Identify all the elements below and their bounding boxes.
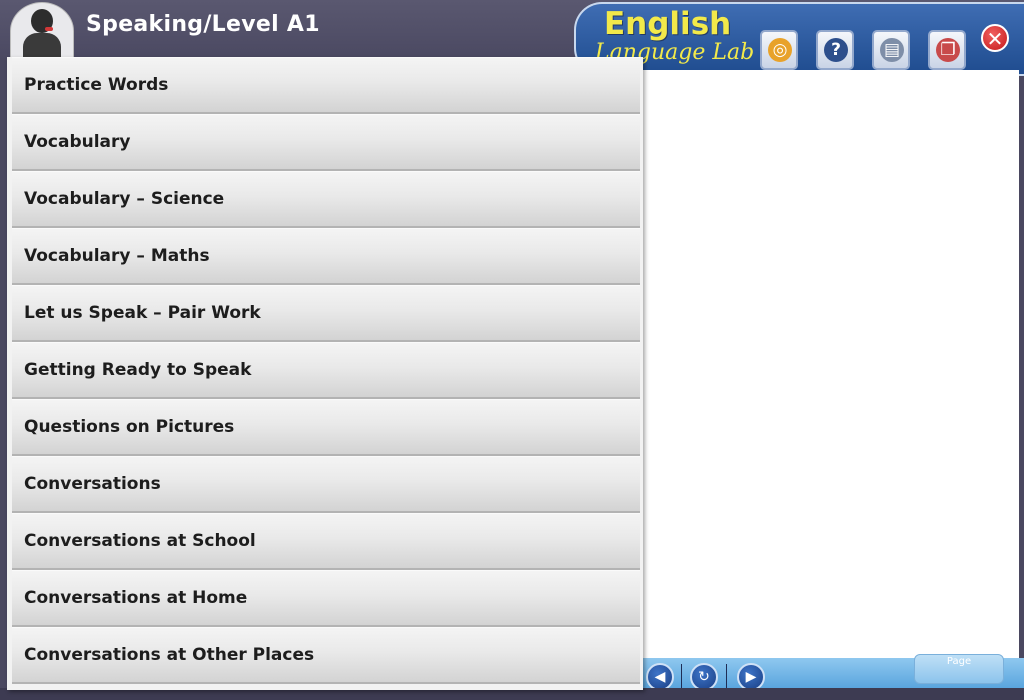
book-icon: ▤ [880,38,904,62]
book-button[interactable]: ▤ [872,30,910,70]
user-avatar [10,2,74,60]
camera-icon: ◎ [768,38,792,62]
help-icon: ? [824,38,848,62]
menu-item-conversations-other[interactable]: Conversations at Other Places [12,627,640,684]
menu-item-questions-on-pictures[interactable]: Questions on Pictures [12,399,640,456]
activity-menu: Practice Words Vocabulary Vocabulary – S… [7,57,643,690]
nav-divider [726,664,727,690]
menu-item-conversations[interactable]: Conversations [12,456,640,513]
menu-item-conversations-home[interactable]: Conversations at Home [12,570,640,627]
headset-mic-icon [45,27,53,31]
menu-item-practice-words[interactable]: Practice Words [12,57,640,114]
page-title: Speaking/Level A1 [86,12,320,37]
refresh-icon[interactable]: ↻ [690,663,718,691]
camera-button[interactable]: ◎ [760,30,798,70]
next-icon[interactable]: ▶ [737,663,765,691]
menu-item-pair-work[interactable]: Let us Speak – Pair Work [12,285,640,342]
content-area [640,70,1019,658]
brand-logo-english: English [604,6,732,42]
windows-button[interactable]: ❐ [928,30,966,70]
close-button[interactable]: ✕ [981,24,1009,52]
menu-item-vocabulary-maths[interactable]: Vocabulary – Maths [12,228,640,285]
menu-item-conversations-school[interactable]: Conversations at School [12,513,640,570]
menu-item-vocabulary-science[interactable]: Vocabulary – Science [12,171,640,228]
windows-icon: ❐ [936,38,960,62]
help-button[interactable]: ? [816,30,854,70]
nav-divider [681,664,682,690]
prev-icon[interactable]: ◀ [646,663,674,691]
menu-item-getting-ready[interactable]: Getting Ready to Speak [12,342,640,399]
menu-item-vocabulary[interactable]: Vocabulary [12,114,640,171]
page-button[interactable]: Page [914,654,1004,684]
